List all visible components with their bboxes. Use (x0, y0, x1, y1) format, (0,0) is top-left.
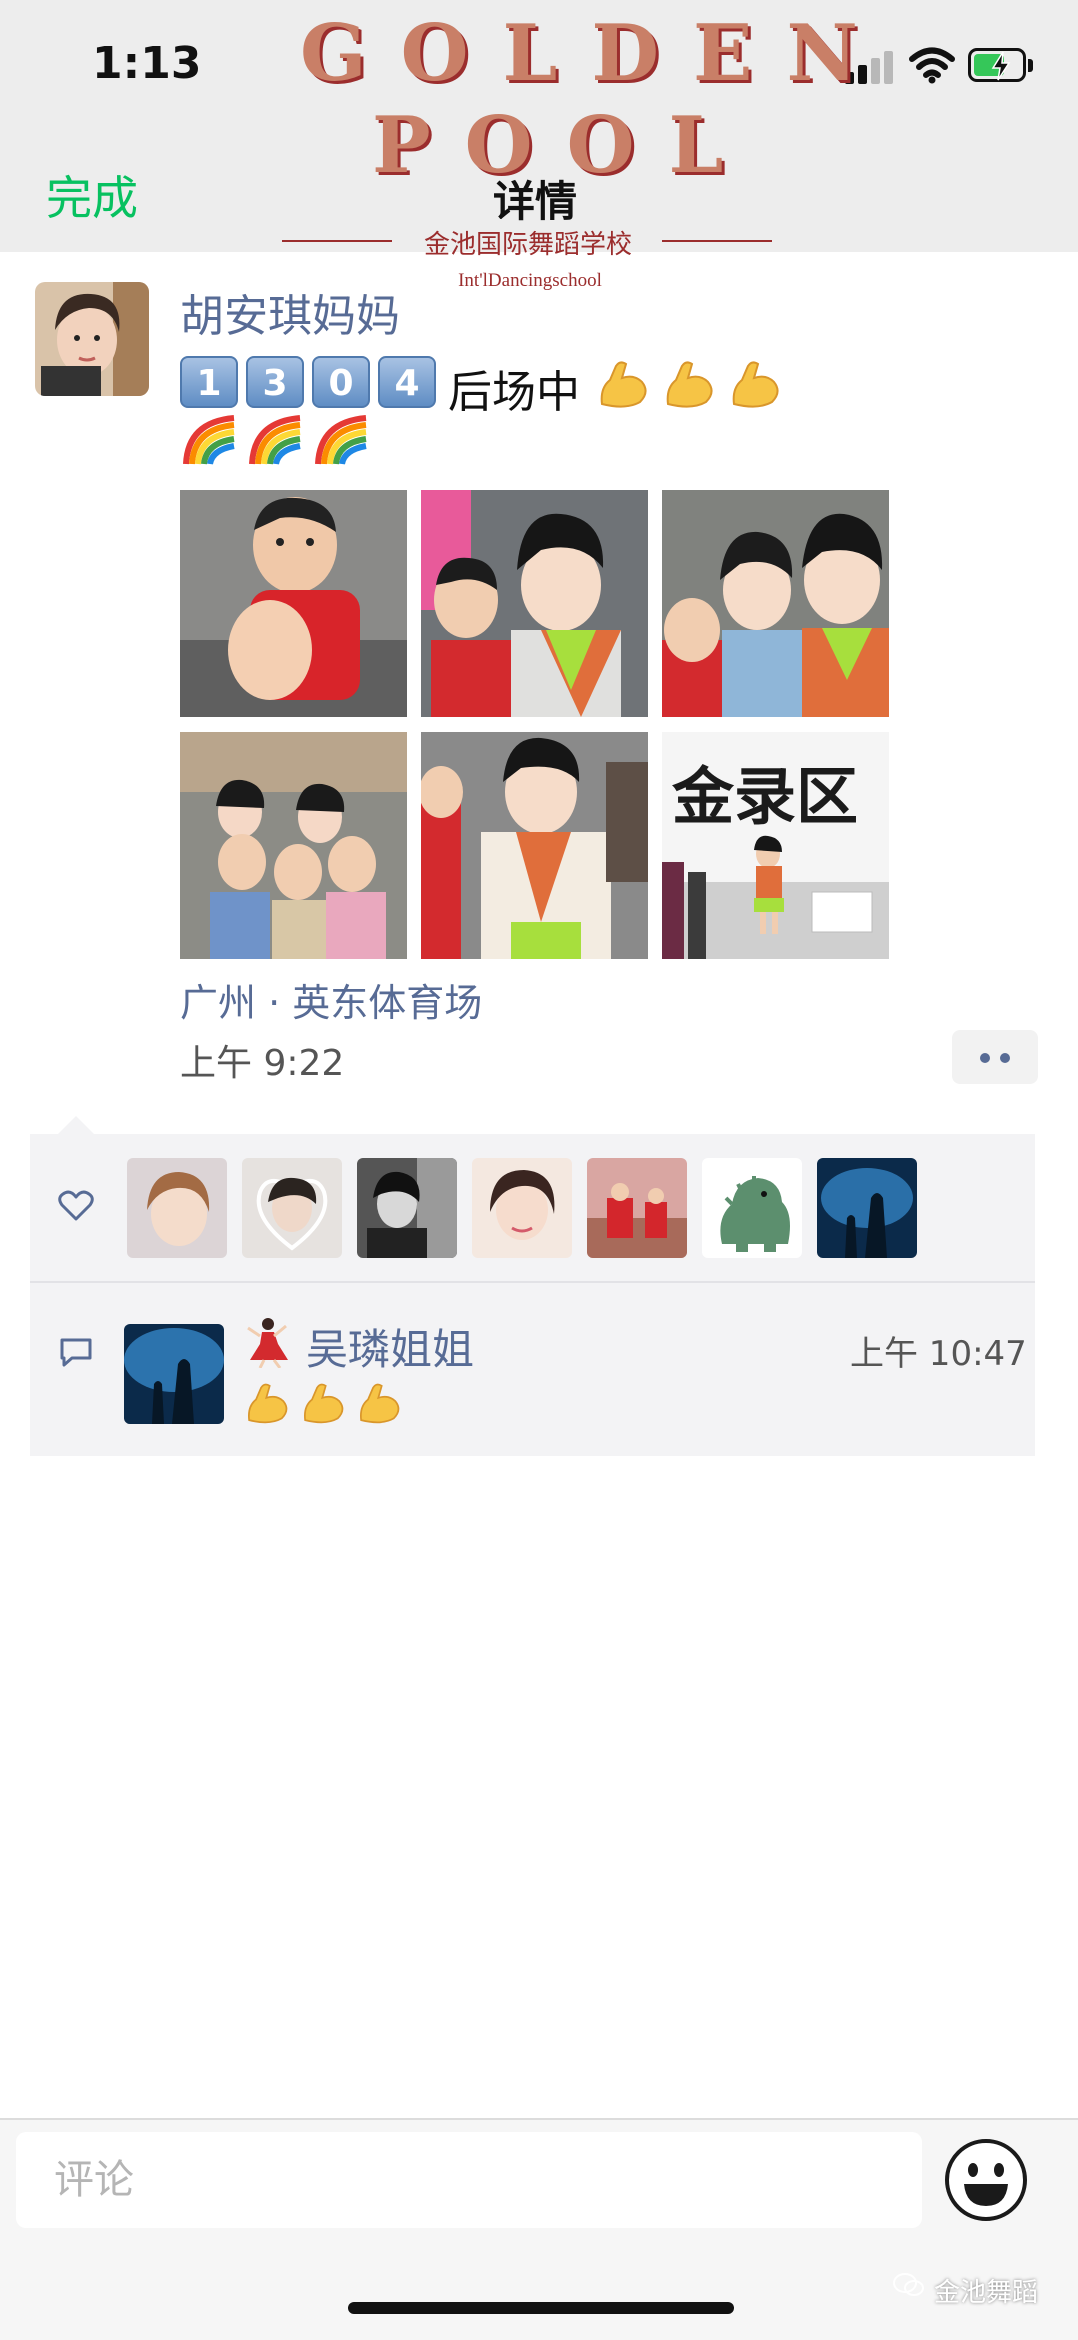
post-text: 后场中 (448, 367, 580, 418)
done-button[interactable]: 完成 (46, 162, 138, 228)
liker-avatar[interactable] (702, 1158, 802, 1258)
rainbow-icon (315, 415, 367, 465)
post-photo[interactable] (180, 490, 407, 717)
commenter-avatar[interactable] (124, 1324, 224, 1424)
flexed-biceps-icon (360, 1383, 400, 1424)
commenter-name[interactable]: 吴璘姐姐 (306, 1316, 474, 1377)
page-title: 详情 (493, 177, 578, 226)
logo-wordmark-golden: GOLDEN (300, 8, 892, 99)
panel-pointer (58, 1116, 94, 1134)
liker-avatar[interactable] (357, 1158, 457, 1258)
keycap-digit-emoji: 1 (180, 356, 238, 408)
logo-english-name: Int'lDancingschool (458, 270, 602, 291)
keycap-digit-emoji: 3 (246, 356, 304, 408)
rainbow-icon (249, 415, 301, 465)
author-avatar[interactable] (35, 282, 149, 396)
post-location[interactable]: 广州 · 英东体育场 (180, 972, 482, 1027)
more-actions-button[interactable] (952, 1030, 1038, 1084)
heart-outline-icon (58, 1190, 94, 1221)
home-indicator (348, 2302, 734, 2314)
logo-chinese-name: 金池国际舞蹈学校 (423, 230, 632, 260)
post-photo[interactable] (421, 732, 648, 959)
photo-sign-text: 金录区 (671, 760, 858, 833)
status-time: 1:13 (92, 38, 202, 89)
flexed-biceps-icon (304, 1383, 344, 1424)
liker-avatar[interactable] (587, 1158, 687, 1258)
liker-avatar[interactable] (242, 1158, 342, 1258)
rainbow-icon (183, 415, 235, 465)
post-timestamp: 上午 9:22 (180, 1043, 345, 1084)
watermark-text: 金池舞蹈 (934, 2278, 1039, 2308)
post-photo[interactable]: 金录区 (662, 732, 889, 959)
flexed-biceps-icon (732, 361, 779, 408)
comment-input[interactable] (16, 2132, 922, 2228)
flexed-biceps-icon (666, 361, 713, 408)
panel-divider (30, 1281, 1035, 1283)
flexed-biceps-icon (600, 361, 647, 408)
wifi-icon (909, 47, 955, 84)
battery-charging-icon (968, 48, 1034, 84)
comment-timestamp: 上午 10:47 (850, 1334, 1027, 1374)
post-author-name[interactable]: 胡安琪妈妈 (180, 280, 400, 344)
liker-avatar[interactable] (817, 1158, 917, 1258)
liker-avatar[interactable] (127, 1158, 227, 1258)
comment-bubble-icon (60, 1338, 92, 1367)
dancer-emoji-icon (247, 1318, 288, 1368)
keycap-digit-emoji: 4 (378, 356, 436, 408)
post-photo[interactable] (180, 732, 407, 959)
liker-avatar[interactable] (472, 1158, 572, 1258)
smiley-face-icon[interactable] (944, 2138, 1028, 2222)
logo-divider (662, 240, 772, 242)
post-photo[interactable] (662, 490, 889, 717)
wechat-icon (893, 2273, 924, 2296)
logo-divider (282, 240, 392, 242)
keycap-digit-emoji: 0 (312, 356, 370, 408)
post-photo[interactable] (421, 490, 648, 717)
flexed-biceps-icon (248, 1383, 288, 1424)
